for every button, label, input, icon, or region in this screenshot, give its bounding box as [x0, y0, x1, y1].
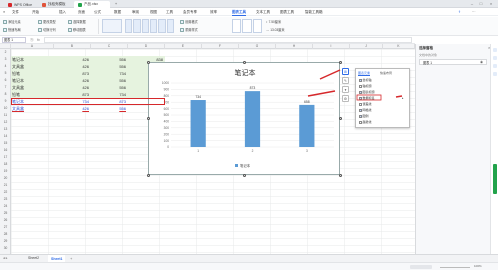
pane-subtitle: 文档中的对象 [419, 53, 438, 57]
red-arrow [307, 90, 336, 97]
sheet-tab-bar: ◂ ▸ Sheet2 Sheet1 + [0, 254, 498, 263]
visibility-eye-icon[interactable]: ◉ [480, 60, 483, 64]
sheet-nav-icon[interactable]: ◂ ▸ [3, 256, 8, 260]
red-arrow [319, 69, 341, 80]
zoom-level: 100% [474, 264, 482, 268]
selected-range-outline [11, 98, 165, 105]
pane-item-chart[interactable]: 图表 1 [419, 59, 487, 65]
red-arrow [395, 95, 403, 98]
zoom-slider[interactable] [440, 267, 470, 268]
selection-pane: 选择窗格 × 文档中的对象 图表 1 ◉ [415, 44, 498, 254]
add-sheet-icon[interactable]: + [70, 256, 72, 261]
right-toolbar [490, 44, 498, 254]
highlight-box [356, 94, 382, 101]
view-mode-toggle[interactable] [410, 265, 432, 269]
status-bar: 100% [0, 262, 498, 270]
pane-title: 选择窗格 [419, 46, 433, 50]
green-side-button[interactable] [493, 164, 497, 194]
sheet-tab-sheet2[interactable]: Sheet2 [28, 256, 39, 260]
tool-icon[interactable] [493, 64, 497, 68]
tool-icon[interactable] [493, 48, 497, 52]
tool-icon[interactable] [493, 72, 497, 76]
tool-icon[interactable] [493, 56, 497, 60]
